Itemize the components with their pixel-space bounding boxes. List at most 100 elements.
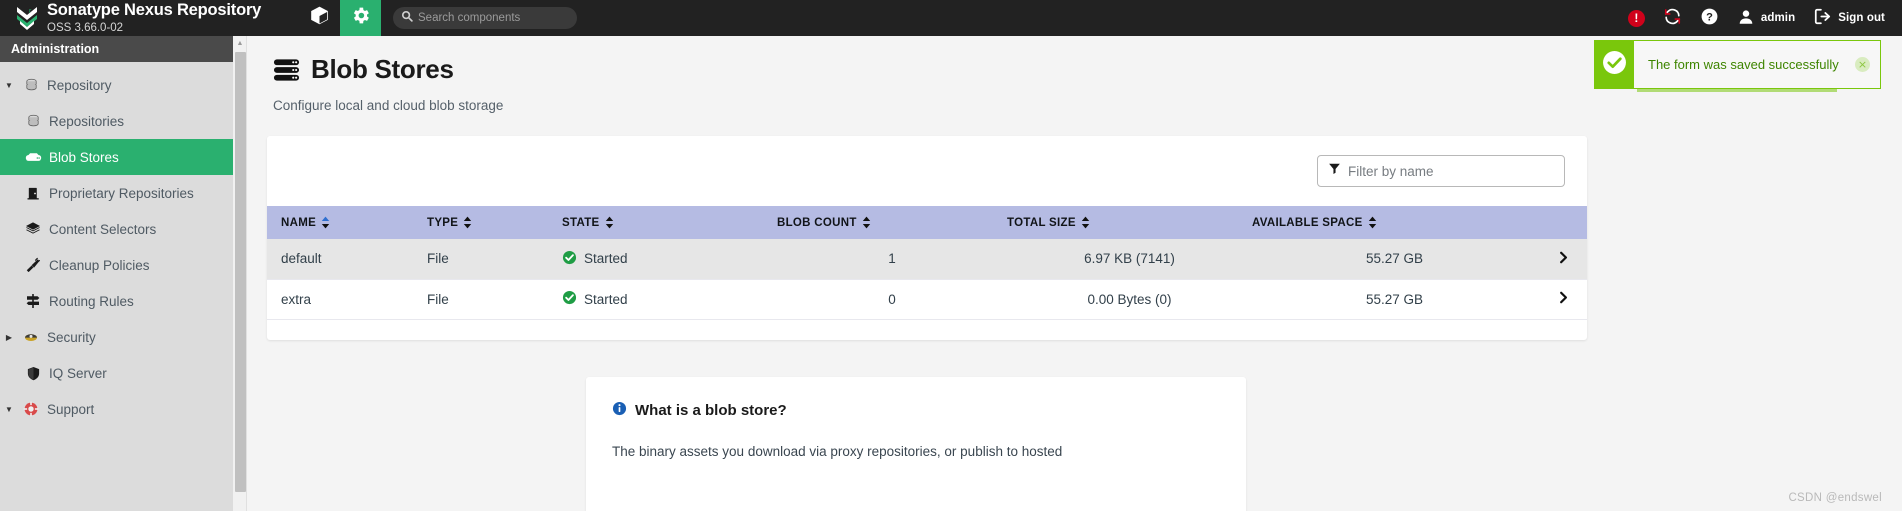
svg-text:?: ? <box>1706 11 1713 23</box>
sidebar-item-blob-stores[interactable]: Blob Stores <box>0 139 233 175</box>
cell-state-label: Started <box>584 291 628 307</box>
cell-available-space: 55.27 GB <box>1252 279 1537 320</box>
info-circle-icon <box>612 401 627 420</box>
sign-out-icon <box>1813 7 1832 29</box>
column-header-actions <box>1537 206 1587 239</box>
filter-by-name-input[interactable] <box>1348 163 1554 179</box>
status-ok-icon <box>562 250 577 268</box>
help-button[interactable]: ? <box>1691 0 1728 36</box>
info-panel-body: The binary assets you download via proxy… <box>612 444 1063 459</box>
user-menu-button[interactable]: admin <box>1728 0 1804 36</box>
page-subtitle: Configure local and cloud blob storage <box>273 98 504 113</box>
cell-type: File <box>427 279 562 320</box>
user-avatar-icon <box>1737 8 1755 29</box>
top-header-bar: r Sonatype Nexus Repository OSS 3.66.0-0… <box>0 0 1902 36</box>
toast-close-button[interactable]: × <box>1855 57 1870 72</box>
cell-row-action[interactable] <box>1537 239 1587 280</box>
door-icon <box>20 186 46 201</box>
sidebar-item-cleanup-policies[interactable]: Cleanup Policies <box>0 247 233 283</box>
scrollbar-thumb[interactable] <box>235 52 246 492</box>
sidebar-title: Administration <box>0 36 233 62</box>
brand-title: Sonatype Nexus Repository <box>47 0 262 19</box>
table-row[interactable]: extra File Started 0 0.00 Bytes (0) 55.2… <box>267 279 1587 320</box>
sidebar-item-label: Security <box>47 329 96 345</box>
cell-total-size: 0.00 Bytes (0) <box>1007 279 1252 320</box>
sidebar-item-iq-server[interactable]: IQ Server <box>0 355 233 391</box>
shield-icon <box>20 366 46 381</box>
sidebar-item-label: IQ Server <box>49 365 107 381</box>
sidebar-item-content-selectors[interactable]: Content Selectors <box>0 211 233 247</box>
column-label: BLOB COUNT <box>777 216 857 229</box>
nexus-chevrons-logo-icon: r <box>14 4 40 32</box>
scroll-up-arrow-icon[interactable]: ▲ <box>233 36 247 50</box>
header-actions: ! ? admin Sign out <box>1619 0 1902 36</box>
column-header-type[interactable]: TYPE <box>427 206 562 239</box>
info-panel-title: What is a blob store? <box>635 402 787 419</box>
cell-row-action[interactable] <box>1537 279 1587 320</box>
column-label: TYPE <box>427 216 459 229</box>
funnel-icon <box>1328 162 1348 180</box>
sidebar-item-proprietary-repositories[interactable]: Proprietary Repositories <box>0 175 233 211</box>
column-label: AVAILABLE SPACE <box>1252 216 1363 229</box>
sidebar-item-label: Support <box>47 401 95 417</box>
column-header-state[interactable]: STATE <box>562 206 777 239</box>
cell-total-size: 6.97 KB (7141) <box>1007 239 1252 280</box>
chevron-right-icon[interactable] <box>1557 251 1570 268</box>
cell-type: File <box>427 239 562 280</box>
cell-blob-count: 1 <box>777 239 1007 280</box>
sort-icon[interactable] <box>1081 216 1090 229</box>
filter-by-name-box[interactable] <box>1317 155 1565 187</box>
search-components-box[interactable] <box>393 7 577 29</box>
sort-icon[interactable] <box>605 216 614 229</box>
column-label: TOTAL SIZE <box>1007 216 1076 229</box>
sort-icon[interactable] <box>463 216 472 229</box>
sidebar-item-routing-rules[interactable]: Routing Rules <box>0 283 233 319</box>
database-icon <box>18 78 44 93</box>
success-toast: The form was saved successfully × <box>1594 40 1881 89</box>
sort-icon[interactable] <box>1368 216 1377 229</box>
main-content: The form was saved successfully × Blob S… <box>248 36 1902 511</box>
toast-shadow <box>1637 89 1837 92</box>
sidebar-item-security[interactable]: ▶ Security <box>0 319 233 355</box>
column-header-blob-count[interactable]: BLOB COUNT <box>777 206 1007 239</box>
admin-sidebar: Administration ▼ Repository Repositories… <box>0 36 233 511</box>
sidebar-item-label: Cleanup Policies <box>49 257 150 273</box>
caret-right-icon[interactable]: ▶ <box>0 333 18 342</box>
brand-version: OSS 3.66.0-02 <box>47 21 124 34</box>
error-alert-icon: ! <box>1627 9 1645 27</box>
caret-down-icon[interactable]: ▼ <box>0 405 18 414</box>
status-ok-icon <box>562 290 577 308</box>
column-header-total-size[interactable]: TOTAL SIZE <box>1007 206 1252 239</box>
info-panel: What is a blob store? The binary assets … <box>586 377 1246 511</box>
caret-down-icon[interactable]: ▼ <box>0 81 18 90</box>
refresh-button[interactable] <box>1654 0 1691 36</box>
search-input[interactable] <box>418 12 569 24</box>
sort-asc-icon[interactable] <box>321 216 330 229</box>
table-header-row: NAME TYPE STATE BLOB COUNT TOTAL SIZE AV… <box>267 206 1587 239</box>
table-row[interactable]: default File Started 1 6.97 KB (7141) 55… <box>267 239 1587 280</box>
chevron-right-icon[interactable] <box>1557 291 1570 308</box>
sort-icon[interactable] <box>862 216 871 229</box>
sidebar-item-support[interactable]: ▼ Support <box>0 391 233 427</box>
column-header-name[interactable]: NAME <box>267 206 427 239</box>
brand-logo-area[interactable]: r Sonatype Nexus Repository OSS 3.66.0-0… <box>0 0 299 36</box>
browse-nav-button[interactable] <box>299 0 340 36</box>
system-alert-button[interactable]: ! <box>1619 0 1654 36</box>
sidebar-item-repositories[interactable]: Repositories <box>0 103 233 139</box>
sign-out-button[interactable]: Sign out <box>1804 0 1894 36</box>
cell-state: Started <box>562 279 777 320</box>
sidebar-item-label: Blob Stores <box>49 149 119 165</box>
sidebar-item-label: Repositories <box>49 113 125 129</box>
sign-out-label: Sign out <box>1838 12 1885 24</box>
administration-nav-button[interactable] <box>340 0 381 36</box>
database-icon <box>20 114 46 129</box>
blob-stores-table: NAME TYPE STATE BLOB COUNT TOTAL SIZE AV… <box>267 206 1587 320</box>
sidebar-item-repository[interactable]: ▼ Repository <box>0 67 233 103</box>
sidebar-scrollbar[interactable]: ▲ <box>233 36 247 511</box>
column-header-available-space[interactable]: AVAILABLE SPACE <box>1252 206 1537 239</box>
cell-name: extra <box>267 279 427 320</box>
cell-blob-count: 0 <box>777 279 1007 320</box>
watermark: CSDN @endswel <box>1788 492 1882 504</box>
shield-badge-icon <box>18 329 44 345</box>
help-circle-icon: ? <box>1700 7 1719 29</box>
